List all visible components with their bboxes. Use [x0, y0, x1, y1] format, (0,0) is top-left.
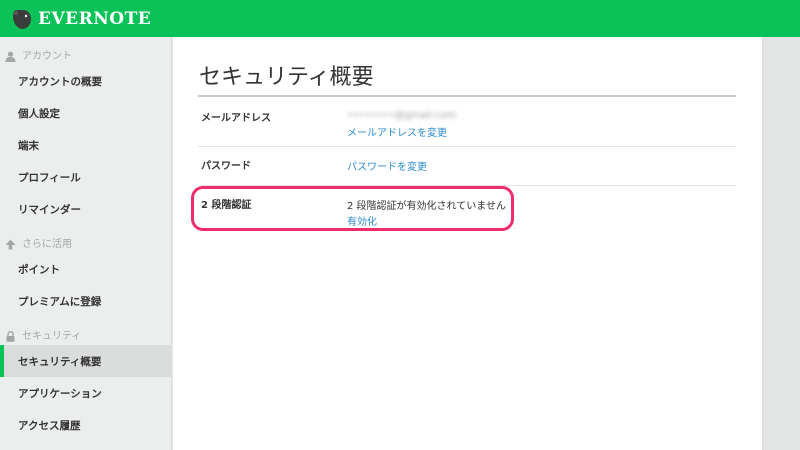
- change-password-link[interactable]: パスワードを変更: [347, 158, 427, 173]
- person-icon: [4, 50, 16, 62]
- main-content: セキュリティ概要 メールアドレス ••••••••@gmail.com メールア…: [173, 37, 762, 450]
- section-header-label: アカウント: [22, 51, 72, 62]
- password-row: パスワード パスワードを変更: [198, 147, 736, 186]
- brand-name[interactable]: EVERNOTE: [38, 9, 151, 29]
- change-email-link[interactable]: メールアドレスを変更: [347, 124, 447, 139]
- arrow-up-icon: [4, 238, 16, 250]
- section-header-account: アカウント: [0, 37, 171, 65]
- sidebar-item-applications[interactable]: アプリケーション: [0, 377, 171, 409]
- sidebar-item-personal-settings[interactable]: 個人設定: [0, 97, 171, 129]
- sidebar-item-devices[interactable]: 端末: [0, 129, 171, 161]
- email-value: ••••••••@gmail.com: [347, 110, 457, 121]
- sidebar-item-points[interactable]: ポイント: [0, 253, 171, 285]
- section-header-label: セキュリティ: [22, 331, 82, 342]
- lock-icon: [4, 330, 16, 342]
- sidebar-item-premium[interactable]: プレミアムに登録: [0, 285, 171, 317]
- sidebar-item-profile[interactable]: プロフィール: [0, 161, 171, 193]
- section-header-security: セキュリティ: [0, 317, 171, 345]
- sidebar-item-access-history[interactable]: アクセス履歴: [0, 409, 171, 441]
- section-header-get-more: さらに活用: [0, 225, 171, 253]
- sidebar-item-reminders[interactable]: リマインダー: [0, 193, 171, 225]
- email-label: メールアドレス: [201, 113, 271, 124]
- sidebar-item-security-overview[interactable]: セキュリティ概要: [0, 345, 171, 377]
- section-header-label: さらに活用: [22, 239, 72, 250]
- top-bar: EVERNOTE: [0, 0, 800, 37]
- settings-sidebar: アカウント アカウントの概要 個人設定 端末 プロフィール リマインダー さらに…: [0, 37, 172, 450]
- password-label: パスワード: [201, 161, 251, 172]
- right-gutter: [762, 37, 800, 450]
- page-title: セキュリティ概要: [199, 65, 374, 90]
- elephant-icon[interactable]: [11, 7, 33, 31]
- highlight-annotation: [191, 186, 514, 231]
- sidebar-item-account-overview[interactable]: アカウントの概要: [0, 65, 171, 97]
- email-row: メールアドレス ••••••••@gmail.com メールアドレスを変更: [198, 97, 736, 147]
